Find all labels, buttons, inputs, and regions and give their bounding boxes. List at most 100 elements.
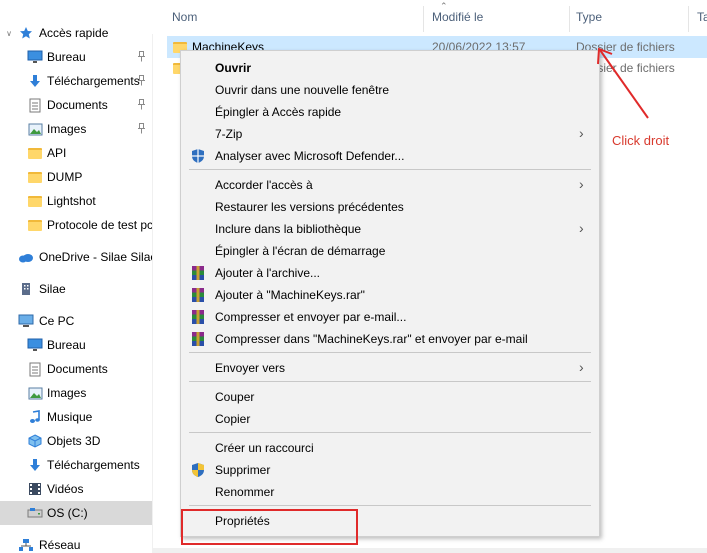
sidebar-item[interactable]: Images <box>0 381 152 405</box>
annotation-label: Click droit <box>612 133 670 148</box>
column-divider[interactable] <box>569 6 570 32</box>
drive-icon <box>27 505 43 521</box>
sidebar-item-label: Documents <box>47 98 108 112</box>
sidebar-item-label: Images <box>47 122 87 136</box>
sidebar-item-label: Accès rapide <box>39 26 109 40</box>
menu-item[interactable]: Ajouter à "MachineKeys.rar" <box>181 284 599 306</box>
winrar-icon <box>190 309 206 325</box>
menu-item[interactable]: Épingler à l'écran de démarrage <box>181 240 599 262</box>
menu-item[interactable]: Créer un raccourci <box>181 437 599 459</box>
menu-item[interactable]: Épingler à Accès rapide <box>181 101 599 123</box>
network-icon <box>18 537 34 553</box>
sidebar-item-label: Téléchargements <box>47 458 140 472</box>
menu-separator <box>189 352 591 353</box>
sidebar-item-label: API <box>47 146 67 160</box>
sidebar-item-label: Silae <box>39 282 66 296</box>
menu-item[interactable]: Analyser avec Microsoft Defender... <box>181 145 599 167</box>
menu-item[interactable]: Restaurer les versions précédentes <box>181 196 599 218</box>
column-name[interactable]: Nom <box>172 10 197 24</box>
pin-icon <box>137 123 146 134</box>
menu-item-label: Créer un raccourci <box>215 441 314 455</box>
submenu-arrow-icon: › <box>579 176 584 192</box>
menu-item-label: Compresser dans "MachineKeys.rar" et env… <box>215 332 528 346</box>
sidebar-item[interactable]: Ce PC <box>0 309 152 333</box>
column-modified[interactable]: Modifié le <box>432 10 483 24</box>
sidebar-item[interactable]: DUMP <box>0 165 152 189</box>
menu-separator <box>189 432 591 433</box>
download-icon <box>27 73 43 89</box>
sidebar-item[interactable]: Téléchargements <box>0 453 152 477</box>
sidebar-item[interactable]: Images <box>0 117 152 141</box>
sidebar-item-label: Ce PC <box>39 314 75 328</box>
folder-icon <box>27 169 43 185</box>
sidebar-item[interactable]: OneDrive - Silae Silae <box>0 245 152 269</box>
sidebar-item[interactable]: Documents <box>0 357 152 381</box>
menu-item[interactable]: Ajouter à l'archive... <box>181 262 599 284</box>
folder-icon <box>27 217 43 233</box>
sidebar-item-label: Réseau <box>39 538 81 552</box>
sidebar-item-label: OneDrive - Silae Silae <box>39 250 153 264</box>
winrar-icon <box>190 265 206 281</box>
sidebar-item[interactable]: Silae <box>0 277 152 301</box>
column-divider[interactable] <box>688 6 689 32</box>
menu-item[interactable]: Envoyer vers › <box>181 357 599 379</box>
sidebar-item[interactable]: Objets 3D <box>0 429 152 453</box>
sidebar-item[interactable]: Musique <box>0 405 152 429</box>
menu-item[interactable]: Accorder l'accès à › <box>181 174 599 196</box>
sidebar-item[interactable]: ∨ Accès rapide <box>0 21 152 45</box>
sidebar-item[interactable]: Bureau <box>0 45 152 69</box>
sidebar-item-label: Protocole de test pc <box>47 218 153 232</box>
column-size[interactable]: Ta <box>697 10 707 24</box>
sidebar-item-label: Documents <box>47 362 108 376</box>
menu-item[interactable]: Compresser et envoyer par e-mail... <box>181 306 599 328</box>
horizontal-scrollbar[interactable] <box>152 548 707 553</box>
menu-item-label: Ouvrir dans une nouvelle fenêtre <box>215 83 390 97</box>
uac-shield-icon <box>190 462 206 478</box>
sidebar-item-label: OS (C:) <box>47 506 88 520</box>
sidebar-item[interactable]: API <box>0 141 152 165</box>
column-type[interactable]: Type <box>576 10 602 24</box>
menu-item-label: Ajouter à "MachineKeys.rar" <box>215 288 365 302</box>
cloud-icon <box>18 249 34 265</box>
menu-item[interactable]: Ouvrir dans une nouvelle fenêtre <box>181 79 599 101</box>
building-icon <box>18 281 34 297</box>
sidebar-item[interactable]: Bureau <box>0 333 152 357</box>
menu-item-label: Couper <box>215 390 255 404</box>
sidebar-item[interactable]: Vidéos <box>0 477 152 501</box>
menu-item-label: Envoyer vers <box>215 361 286 375</box>
menu-separator <box>189 381 591 382</box>
sidebar-item[interactable]: OS (C:) <box>0 501 152 525</box>
sidebar-item[interactable]: Documents <box>0 93 152 117</box>
menu-item[interactable]: 7-Zip › <box>181 123 599 145</box>
column-divider[interactable] <box>423 6 424 32</box>
sidebar-item-label: DUMP <box>47 170 83 184</box>
desktop-icon <box>27 337 43 353</box>
sidebar-item-label: Bureau <box>47 50 86 64</box>
folder-icon <box>27 145 43 161</box>
sidebar-item[interactable]: Téléchargements <box>0 69 152 93</box>
menu-item-label: 7-Zip <box>215 127 243 141</box>
menu-item-label: Épingler à l'écran de démarrage <box>215 244 386 258</box>
menu-item-label: Supprimer <box>215 463 271 477</box>
menu-item[interactable]: Compresser dans "MachineKeys.rar" et env… <box>181 328 599 350</box>
sidebar-item[interactable]: Protocole de test pc <box>0 213 152 237</box>
menu-item[interactable]: Supprimer <box>181 459 599 481</box>
expand-chevron-icon[interactable]: ∨ <box>4 28 14 38</box>
defender-shield-icon <box>190 148 206 164</box>
menu-item-label: Ouvrir <box>215 61 252 75</box>
menu-item[interactable]: Couper <box>181 386 599 408</box>
sidebar-item-label: Lightshot <box>47 194 96 208</box>
menu-item-label: Compresser et envoyer par e-mail... <box>215 310 407 324</box>
winrar-icon <box>190 287 206 303</box>
menu-item[interactable]: Renommer <box>181 481 599 503</box>
highlight-box <box>181 509 358 545</box>
sidebar-item[interactable]: Lightshot <box>0 189 152 213</box>
annotation-arrow <box>597 47 649 119</box>
submenu-arrow-icon: › <box>579 359 584 375</box>
menu-item[interactable]: Ouvrir <box>181 57 599 79</box>
sidebar-item[interactable]: Réseau <box>0 533 152 553</box>
menu-item[interactable]: Copier <box>181 408 599 430</box>
sidebar-item-label: Vidéos <box>47 482 84 496</box>
menu-item[interactable]: Inclure dans la bibliothèque › <box>181 218 599 240</box>
column-header: ⌃ Nom Modifié le Type Ta <box>152 0 707 34</box>
